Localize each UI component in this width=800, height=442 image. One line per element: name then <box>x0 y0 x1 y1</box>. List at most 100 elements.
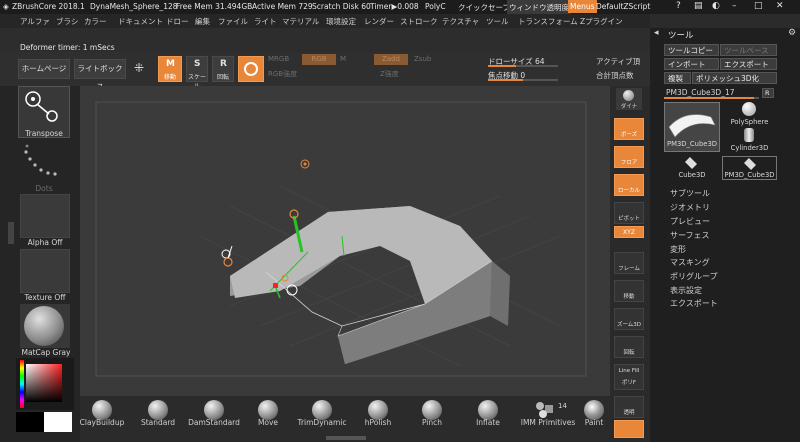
menu-texture[interactable]: テクスチャ <box>442 16 479 27</box>
mrgb-toggle[interactable]: MRGB <box>268 55 289 63</box>
local-button[interactable]: ローカル <box>614 174 644 196</box>
maximize-icon[interactable]: □ <box>754 1 763 11</box>
minimize-icon[interactable]: – <box>732 1 737 11</box>
clone-button[interactable]: 複製 <box>664 72 691 84</box>
left-shelf-scroll-handle[interactable] <box>8 222 14 244</box>
matcap-slot[interactable] <box>20 304 70 348</box>
paste-tool-button[interactable]: ツールペースト <box>720 44 777 66</box>
brush-shelf-scroll[interactable] <box>326 436 366 440</box>
menu-preferences[interactable]: 環境設定 <box>326 16 356 27</box>
panel-settings-icon[interactable]: ⚙ <box>788 28 796 38</box>
menu-file[interactable]: ファイル <box>218 16 248 27</box>
home-page-button[interactable]: ホームページ <box>18 59 70 79</box>
window-transparency-button[interactable]: ウィンドウ透明度 <box>507 0 571 14</box>
hue-bar[interactable] <box>20 360 24 408</box>
color-picker[interactable] <box>16 358 74 410</box>
dots-stroke-button[interactable] <box>18 142 70 190</box>
menu-light[interactable]: ライト <box>254 16 277 27</box>
menu-polygroups[interactable]: ポリグループ <box>670 271 718 282</box>
m-toggle[interactable]: M <box>340 55 346 63</box>
menu-alpha[interactable]: アルファ <box>20 16 50 27</box>
menu-tool[interactable]: ツール <box>486 16 509 27</box>
saturation-square[interactable] <box>26 364 62 402</box>
tool-slider-track[interactable] <box>664 97 759 99</box>
xyz-button[interactable]: XYZ <box>614 226 644 238</box>
sculpt-mode-icon[interactable]: ⁜ <box>134 61 144 75</box>
texture-slot[interactable] <box>20 249 70 293</box>
pivot-button[interactable]: ピボット <box>614 202 644 224</box>
menu-document[interactable]: ドキュメント <box>118 16 163 27</box>
scratch-disk: Scratch Disk 60 <box>312 2 371 11</box>
menu-stroke[interactable]: ストローク <box>400 16 438 27</box>
line-fill-button[interactable]: Line Fill ポリF <box>614 364 644 390</box>
material-sphere-button[interactable] <box>238 56 264 82</box>
tool-thumb-polysphere[interactable]: PolySphere <box>722 102 777 128</box>
dots-label: Dots <box>35 184 53 193</box>
tool-thumb-pm3d-cube3d[interactable]: PM3D_Cube3D <box>664 102 720 152</box>
tool-thumb-cube3d[interactable]: Cube3D <box>664 156 720 180</box>
menu-geometry[interactable]: ジオメトリ <box>670 202 710 213</box>
pose-button[interactable]: ポーズ <box>614 118 644 140</box>
menu-preview[interactable]: プレビュー <box>670 216 710 227</box>
frame-button[interactable]: フレーム <box>614 252 644 274</box>
scale-mode-icon: S <box>194 59 201 69</box>
rgb-intensity-slider[interactable]: RGB強度 <box>268 69 297 79</box>
rotate-mode-icon: R <box>220 59 227 69</box>
layout-icon[interactable]: ▤ <box>694 1 703 11</box>
copy-tool-button[interactable]: ツールコピー <box>664 44 719 56</box>
move-mode-button[interactable]: M 移動 <box>158 56 182 82</box>
menu-display-properties[interactable]: 表示設定 <box>670 285 702 296</box>
damstandard-icon <box>204 400 224 420</box>
document-name: DynaMesh_Sphere_128 <box>90 2 178 11</box>
rgb-toggle[interactable]: RGB <box>302 54 336 65</box>
rotate-mode-button[interactable]: R 回転 <box>212 56 234 82</box>
menus-button[interactable]: Menus <box>568 0 597 13</box>
menu-zplugin[interactable]: Zプラグイン <box>580 16 623 27</box>
menu-surface[interactable]: サーフェス <box>670 230 710 241</box>
lightbox-button[interactable]: ライトボックス <box>74 59 126 91</box>
dynamic-sphere-icon <box>623 90 634 101</box>
dynamic-persp-button[interactable]: ダイナ <box>616 88 642 110</box>
secondary-color-swatch[interactable] <box>16 412 44 432</box>
move-view-button[interactable]: 移動 <box>614 280 644 302</box>
menu-export[interactable]: エクスポート <box>670 298 718 309</box>
menu-brush[interactable]: ブラシ <box>56 16 78 27</box>
viewport-canvas[interactable] <box>80 86 610 396</box>
menu-deformation[interactable]: 変形 <box>670 244 686 255</box>
menu-edit[interactable]: 編集 <box>195 16 210 27</box>
viewport-scene[interactable] <box>80 86 610 396</box>
transpose-label: Transpose <box>25 129 63 138</box>
import-button[interactable]: インポート <box>664 58 719 70</box>
menu-render[interactable]: レンダー <box>364 16 394 27</box>
help-icon[interactable]: ? <box>676 1 681 11</box>
zadd-toggle[interactable]: Zadd <box>374 54 408 65</box>
zoom3d-button[interactable]: ズーム3D <box>614 308 644 330</box>
brush-paint[interactable]: Paint <box>576 396 610 442</box>
make-polymesh-button[interactable]: ポリメッシュ3D化 <box>692 72 777 84</box>
primary-color-swatch[interactable] <box>44 412 72 432</box>
curved-plate-icon <box>668 114 716 138</box>
tool-thumb-pm3d-cube3d-2[interactable]: PM3D_Cube3D <box>722 156 777 180</box>
menu-draw[interactable]: ドロー <box>166 16 189 27</box>
floor-button[interactable]: フロア <box>614 146 644 168</box>
tool-thumb-cylinder3d[interactable]: Cylinder3D <box>722 128 777 154</box>
poly-count: PolyC <box>425 2 446 11</box>
export-button[interactable]: エクスポート <box>720 58 777 70</box>
menu-color[interactable]: カラー <box>84 16 107 27</box>
menu-transform[interactable]: トランスフォーム <box>518 16 578 27</box>
menu-masking[interactable]: マスキング <box>670 257 710 268</box>
z-intensity-slider[interactable]: Z強度 <box>380 69 399 79</box>
alpha-slot[interactable] <box>20 194 70 238</box>
scale-mode-button[interactable]: S スケール <box>186 56 208 90</box>
panel-collapse-icon[interactable]: ◂ <box>654 28 659 38</box>
quicksave-button[interactable]: クイックセーブ <box>458 2 510 13</box>
menu-material[interactable]: マテリアル <box>282 16 319 27</box>
menu-subtool[interactable]: サブツール <box>670 188 710 199</box>
restore-icon[interactable]: ◐ <box>712 1 720 11</box>
zsub-toggle[interactable]: Zsub <box>414 55 431 63</box>
rotate-view-button[interactable]: 回転 <box>614 336 644 358</box>
transparency-button[interactable]: 透明 <box>614 396 644 418</box>
close-icon[interactable]: ✕ <box>776 1 784 11</box>
reset-tool-button[interactable]: R <box>762 88 774 98</box>
move-icon <box>258 400 278 420</box>
